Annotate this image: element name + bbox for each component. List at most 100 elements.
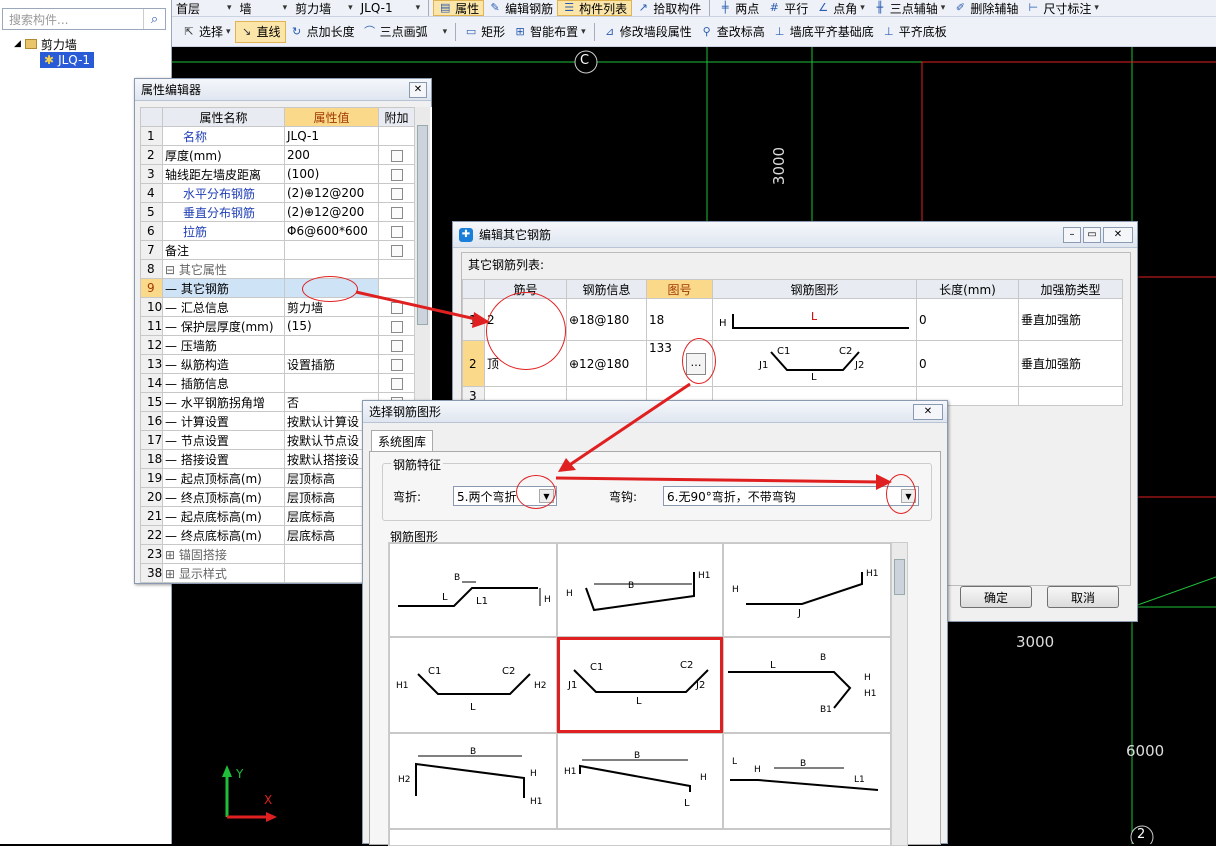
component-list-button[interactable]: ☰ 构件列表	[557, 0, 633, 16]
extra-cell[interactable]	[378, 183, 415, 203]
property-row[interactable]: 13— 纵筋构造 设置插筋	[140, 354, 415, 374]
property-row[interactable]: 3 轴线距左墙皮距离 (100)	[140, 164, 415, 184]
shape-option[interactable]: H B H1	[557, 543, 723, 637]
scroll-thumb[interactable]	[894, 559, 905, 595]
checkbox[interactable]	[390, 320, 403, 333]
checkbox[interactable]	[390, 149, 403, 162]
extra-cell[interactable]	[378, 145, 415, 165]
extra-cell[interactable]	[378, 316, 415, 336]
tree-node-jlq1[interactable]: ✱ JLQ-1	[40, 52, 95, 68]
property-row[interactable]: 10— 汇总信息 剪力墙	[140, 297, 415, 317]
search-box[interactable]: 搜索构件... ⌕	[2, 8, 166, 30]
hook-select[interactable]: 6.无90°弯折，不带弯钩 ▼	[663, 486, 919, 506]
search-input[interactable]: 搜索构件...	[9, 11, 68, 28]
property-value[interactable]: 设置插筋	[284, 354, 379, 374]
floor-select[interactable]: 首层 ▾	[172, 0, 236, 16]
search-icon[interactable]: ⌕	[143, 9, 165, 29]
shape-option[interactable]: L H B L1	[723, 733, 891, 829]
fig-no-cell[interactable]: 18	[646, 298, 713, 341]
check-elevation-button[interactable]: ⚲ 查改标高	[696, 17, 769, 46]
bar-info-cell[interactable]: ⊕18@180	[566, 298, 647, 341]
close-icon[interactable]: ✕	[1103, 226, 1133, 243]
property-value[interactable]: 200	[284, 145, 379, 165]
checkbox[interactable]	[390, 358, 403, 371]
extra-cell[interactable]	[378, 354, 415, 374]
ok-button[interactable]: 确定	[960, 586, 1032, 608]
property-row[interactable]: 4 水平分布钢筋 (2)⊕12@200	[140, 183, 415, 203]
tab-system-library[interactable]: 系统图库	[371, 430, 434, 452]
property-value[interactable]	[284, 240, 379, 260]
line-button[interactable]: ↘ 直线	[234, 20, 286, 43]
property-row[interactable]: 6 拉筋 Φ6@600*600	[140, 221, 415, 241]
checkbox[interactable]	[390, 225, 403, 238]
checkbox[interactable]	[390, 377, 403, 390]
wall-align-foundation-button[interactable]: ⊥ 墙底平齐基础底	[769, 17, 878, 46]
properties-button[interactable]: ▤ 属性	[433, 0, 485, 16]
property-row[interactable]: 5 垂直分布钢筋 (2)⊕12@200	[140, 202, 415, 222]
property-row[interactable]: 11— 保护层厚度(mm) (15)	[140, 316, 415, 336]
component-select[interactable]: JLQ-1 ▾	[357, 0, 425, 16]
smart-layout-button[interactable]: ⊞ 智能布置 ▾	[509, 17, 590, 46]
cancel-button[interactable]: 取消	[1047, 586, 1119, 608]
point-length-button[interactable]: ↻ 点加长度	[286, 17, 359, 46]
collapse-icon[interactable]: ◢	[14, 39, 21, 49]
close-icon[interactable]: ✕	[409, 81, 427, 98]
shape-option[interactable]: H J H1	[723, 543, 891, 637]
shape-option[interactable]: H1 B H L	[557, 733, 723, 829]
tree-node-shear-wall[interactable]: ◢ 剪力墙	[14, 36, 94, 52]
checkbox[interactable]	[390, 168, 403, 181]
property-row[interactable]: 8 ⊟ 其它属性	[140, 259, 415, 279]
three-point-arc-button[interactable]: ⌒ 三点画弧 ▾	[359, 17, 452, 46]
shape-option[interactable]: C1 C2 H1 H2 L	[389, 637, 557, 733]
maximize-icon[interactable]: ▭	[1083, 226, 1101, 243]
edit-rebar-button[interactable]: ✎ 编辑钢筋	[484, 0, 557, 16]
checkbox[interactable]	[390, 339, 403, 352]
reinforce-type-cell[interactable]: 垂直加强筋	[1018, 340, 1123, 387]
property-value[interactable]: (15)	[284, 316, 379, 336]
shape-option-selected[interactable]: C1 C2 J1 J2 L	[557, 637, 723, 733]
property-value[interactable]: JLQ-1	[284, 126, 379, 146]
two-point-button[interactable]: ╪ 两点	[714, 0, 763, 16]
minimize-icon[interactable]: –	[1063, 226, 1081, 243]
category-select[interactable]: 墙 ▾	[236, 0, 292, 16]
type-select[interactable]: 剪力墙 ▾	[291, 0, 357, 16]
property-row[interactable]: 12— 压墙筋	[140, 335, 415, 355]
delete-axis-button[interactable]: ✐ 删除辅轴	[949, 0, 1022, 16]
pick-component-button[interactable]: ↗ 拾取构件	[632, 0, 705, 16]
extra-cell[interactable]	[378, 373, 415, 393]
extra-cell[interactable]	[378, 240, 415, 260]
property-value[interactable]: Φ6@600*600	[284, 221, 379, 241]
align-slab-button[interactable]: ⊥ 平齐底板	[878, 17, 951, 46]
extra-cell[interactable]	[378, 297, 415, 317]
property-value[interactable]	[284, 335, 379, 355]
shape-option[interactable]: L L1 B H	[389, 543, 557, 637]
checkbox[interactable]	[390, 301, 403, 314]
extra-cell[interactable]	[378, 221, 415, 241]
close-icon[interactable]: ✕	[913, 403, 943, 420]
property-value[interactable]	[284, 373, 379, 393]
property-row[interactable]: 9— 其它钢筋	[140, 278, 415, 298]
three-point-axis-button[interactable]: ╫ 三点辅轴 ▾	[869, 0, 950, 16]
shape-option[interactable]: B H2 H H1	[389, 733, 557, 829]
extra-cell[interactable]	[378, 259, 415, 279]
shape-grid-scrollbar[interactable]	[891, 543, 907, 845]
property-row[interactable]: 1 名称 JLQ-1	[140, 126, 415, 146]
property-value[interactable]: (100)	[284, 164, 379, 184]
property-row[interactable]: 7 备注	[140, 240, 415, 260]
length-cell[interactable]: 0	[916, 340, 1019, 387]
extra-cell[interactable]	[378, 278, 415, 298]
checkbox[interactable]	[390, 206, 403, 219]
checkbox[interactable]	[390, 244, 403, 257]
modify-wall-button[interactable]: ⊿ 修改墙段属性	[599, 17, 696, 46]
extra-cell[interactable]	[378, 126, 415, 146]
extra-cell[interactable]	[378, 335, 415, 355]
rectangle-button[interactable]: ▭ 矩形	[460, 17, 509, 46]
property-row[interactable]: 2 厚度(mm) 200	[140, 145, 415, 165]
extra-cell[interactable]	[378, 164, 415, 184]
select-button[interactable]: ⇱ 选择 ▾	[172, 17, 235, 46]
extra-cell[interactable]	[378, 202, 415, 222]
bar-info-cell[interactable]: ⊕12@180	[566, 340, 647, 387]
length-cell[interactable]: 0	[916, 298, 1019, 341]
scroll-thumb[interactable]	[417, 125, 428, 325]
checkbox[interactable]	[390, 187, 403, 200]
